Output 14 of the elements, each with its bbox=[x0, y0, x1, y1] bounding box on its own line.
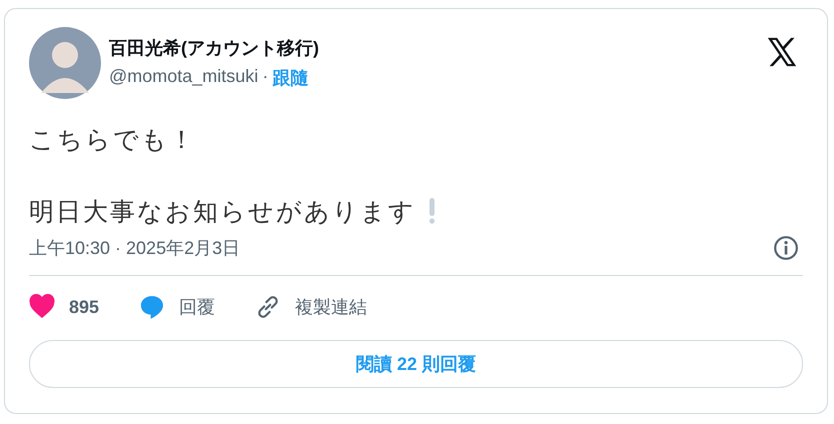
info-icon[interactable] bbox=[773, 235, 799, 261]
avatar[interactable] bbox=[29, 27, 101, 99]
heart-icon[interactable] bbox=[29, 294, 55, 320]
tweet-text: こちらでも！ bbox=[29, 124, 196, 156]
tweet-text: 明日大事なお知らせがあります bbox=[29, 196, 416, 228]
copy-link[interactable]: 複製連結 bbox=[295, 295, 368, 319]
x-logo-icon[interactable] bbox=[765, 35, 799, 69]
speech-bubble-icon[interactable] bbox=[139, 294, 166, 320]
reply-link[interactable]: 回覆 bbox=[179, 295, 216, 319]
author-name[interactable]: 百田光希(アカウント移行) bbox=[109, 36, 765, 60]
author-handle[interactable]: @momota_mitsuki bbox=[109, 66, 258, 90]
separator: · bbox=[262, 66, 268, 88]
timestamp[interactable]: 上午10:30 · 2025年2月3日 bbox=[29, 236, 240, 260]
like-count[interactable]: 895 bbox=[69, 296, 100, 318]
